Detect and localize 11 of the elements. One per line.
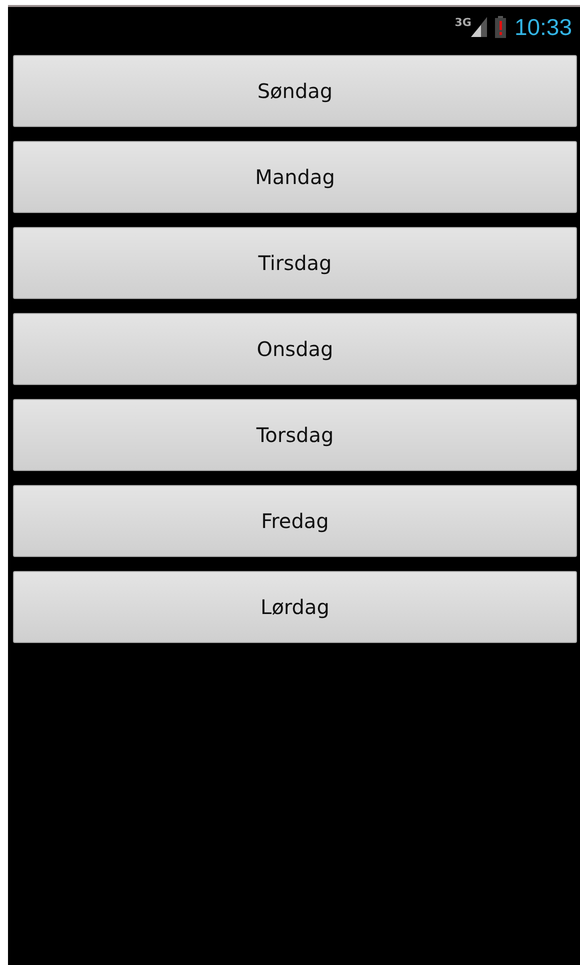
day-button[interactable]: Torsdag [13, 399, 577, 471]
battery-icon [495, 16, 506, 38]
clock: 10:33 [514, 12, 572, 42]
day-button[interactable]: Lørdag [13, 571, 577, 643]
day-button[interactable]: Onsdag [13, 313, 577, 385]
day-button[interactable]: Søndag [13, 55, 577, 127]
day-button[interactable]: Tirsdag [13, 227, 577, 299]
day-button[interactable]: Mandag [13, 141, 577, 213]
signal-icon [471, 17, 488, 37]
day-button[interactable]: Fredag [13, 485, 577, 557]
network-type-label: 3G [454, 17, 472, 28]
